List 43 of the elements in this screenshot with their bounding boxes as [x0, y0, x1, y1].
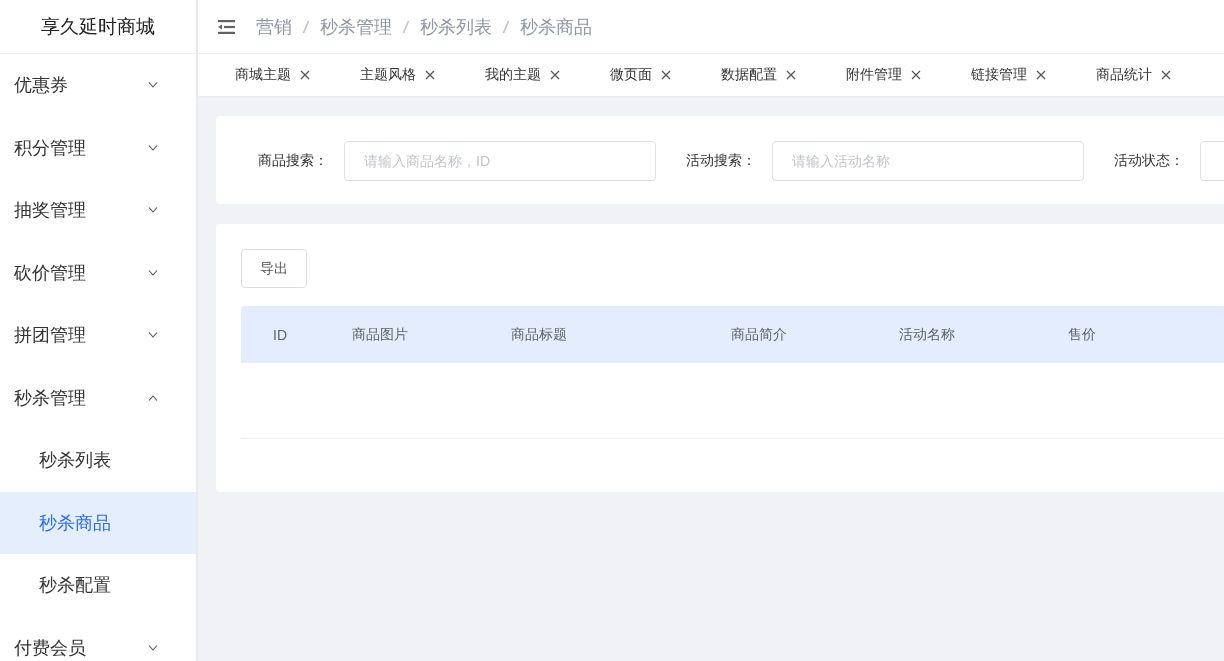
- slash-separator-icon: [502, 18, 510, 35]
- tab[interactable]: 我的主题: [460, 54, 585, 96]
- search-field[interactable]: 请输入活动名称: [772, 141, 1084, 181]
- column-header: 商品简介: [730, 325, 788, 344]
- search-field[interactable]: 请输入商品名称，ID: [344, 141, 656, 181]
- sidebar-menu-item[interactable]: 抽奖管理: [0, 179, 196, 242]
- sidebar-submenu-item[interactable]: 秒杀商品: [0, 491, 196, 554]
- tab[interactable]: 主题风格: [335, 54, 460, 96]
- sidebar-submenu-item[interactable]: 秒杀配置: [0, 554, 196, 617]
- column-header: 活动名称: [898, 325, 956, 344]
- menu-fold-icon[interactable]: [218, 19, 235, 34]
- tab[interactable]: 商城主题: [210, 54, 335, 96]
- field-label: 活动状态：: [1114, 152, 1184, 170]
- close-icon[interactable]: [1161, 70, 1171, 80]
- close-icon[interactable]: [300, 70, 310, 80]
- sidebar-menu-item[interactable]: 优惠券: [0, 54, 196, 117]
- column-header: 售价: [1067, 325, 1097, 344]
- tab[interactable]: 链接管理: [946, 54, 1071, 96]
- slash-separator-icon: [302, 18, 310, 35]
- brand-title: 享久延时商城: [41, 14, 155, 39]
- field-label: 商品搜索：: [258, 152, 328, 170]
- close-icon[interactable]: [661, 70, 671, 80]
- sidebar-menu-item[interactable]: 积分管理: [0, 116, 196, 179]
- tab[interactable]: 商品统计: [1071, 54, 1196, 96]
- close-icon[interactable]: [1036, 70, 1046, 80]
- export-button[interactable]: 导出: [241, 249, 307, 288]
- sidebar-menu-item[interactable]: 秒杀管理: [0, 366, 196, 429]
- sidebar-menu-item[interactable]: 付费会员: [0, 616, 196, 661]
- close-icon[interactable]: [425, 70, 435, 80]
- sidebar-submenu-item[interactable]: 秒杀列表: [0, 429, 196, 492]
- column-header: 商品图片: [351, 325, 409, 344]
- sidebar-menu-item[interactable]: 拼团管理: [0, 304, 196, 367]
- close-icon[interactable]: [550, 70, 560, 80]
- slash-separator-icon: [402, 18, 410, 35]
- tab[interactable]: 附件管理: [821, 54, 946, 96]
- close-icon[interactable]: [786, 70, 796, 80]
- close-icon[interactable]: [911, 70, 921, 80]
- sidebar-menu-item[interactable]: 砍价管理: [0, 241, 196, 304]
- tab[interactable]: 数据配置: [696, 54, 821, 96]
- column-header: 商品标题: [510, 325, 568, 344]
- column-header: ID: [272, 326, 288, 343]
- tab[interactable]: 微页面: [585, 54, 696, 96]
- field-label: 活动搜索：: [686, 152, 756, 170]
